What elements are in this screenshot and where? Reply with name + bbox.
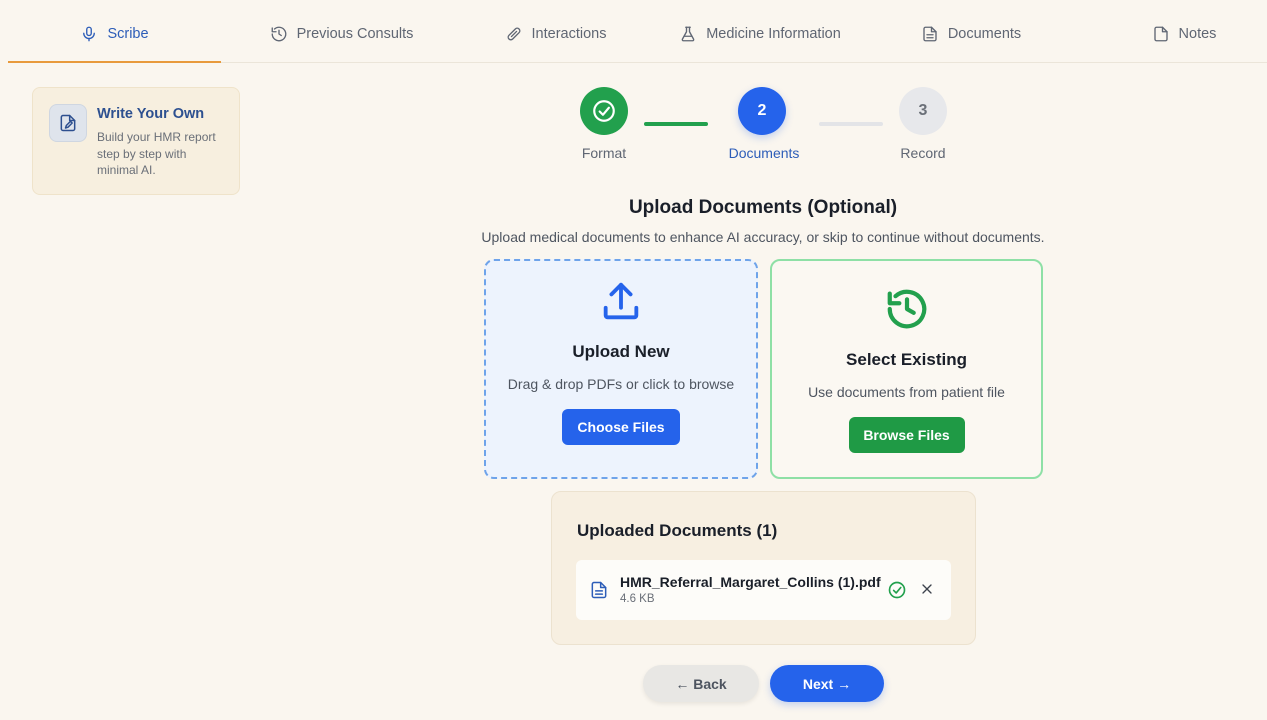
- tab-label: Medicine Information: [706, 25, 841, 42]
- choose-files-button[interactable]: Choose Files: [562, 409, 680, 445]
- write-your-own-card[interactable]: Write Your Own Build your HMR report ste…: [32, 87, 240, 195]
- upload-icon: [598, 279, 644, 330]
- page-title: Upload Documents (Optional): [628, 197, 898, 218]
- step-connector-todo: [819, 122, 883, 126]
- select-existing-description: Use documents from patient file: [808, 384, 1005, 400]
- back-button[interactable]: ← Back: [643, 665, 759, 702]
- tab-medicine-information[interactable]: Medicine Information: [660, 5, 860, 62]
- next-button[interactable]: Next →: [770, 665, 884, 702]
- check-circle-icon: [887, 580, 907, 605]
- uploaded-documents-title: Uploaded Documents (1): [577, 521, 778, 540]
- history-icon: [884, 286, 930, 337]
- pill-icon: [507, 27, 520, 40]
- card-title: Write Your Own: [97, 106, 205, 122]
- tab-label: Notes: [1178, 25, 1217, 42]
- select-existing-card[interactable]: Select Existing Use documents from patie…: [770, 259, 1043, 479]
- page-subtitle: Upload medical documents to enhance AI a…: [481, 229, 1045, 245]
- browse-files-button[interactable]: Browse Files: [848, 417, 965, 453]
- tab-label: Documents: [947, 25, 1022, 42]
- upload-new-dropzone[interactable]: Upload New Drag & drop PDFs or click to …: [484, 259, 758, 479]
- step-3-circle: 3: [899, 87, 947, 135]
- step-2-circle: 2: [738, 87, 786, 135]
- check-circle-icon: [593, 100, 615, 122]
- close-icon: [922, 584, 932, 594]
- step-connector-done: [644, 122, 708, 126]
- microphone-icon: [83, 26, 96, 41]
- step-3-label: Record: [900, 145, 946, 161]
- step-1-label: Format: [581, 145, 627, 161]
- uploaded-file-row: HMR_Referral_Margaret_Collins (1).pdf 4.…: [576, 560, 951, 620]
- upload-new-description: Drag & drop PDFs or click to browse: [507, 376, 735, 392]
- card-description: Build your HMR report step by step with …: [97, 130, 216, 177]
- document-icon: [923, 26, 937, 41]
- file-name: HMR_Referral_Margaret_Collins (1).pdf: [620, 574, 881, 590]
- history-icon: [271, 26, 286, 41]
- tab-label: Scribe: [107, 25, 149, 42]
- tab-scribe[interactable]: Scribe: [8, 5, 221, 63]
- note-icon: [1153, 26, 1168, 41]
- tab-notes[interactable]: Notes: [1136, 5, 1232, 62]
- tab-previous-consults[interactable]: Previous Consults: [244, 5, 439, 62]
- select-existing-title: Select Existing: [846, 350, 967, 369]
- top-navigation: Scribe Previous Consults Interactions Me…: [8, 5, 1267, 63]
- file-icon: [589, 579, 609, 606]
- flask-icon: [681, 26, 695, 41]
- step-2-label: Documents: [728, 145, 800, 161]
- tab-label: Interactions: [531, 25, 607, 42]
- tab-interactions[interactable]: Interactions: [478, 5, 633, 62]
- remove-file-button[interactable]: [919, 581, 935, 602]
- tab-documents[interactable]: Documents: [906, 5, 1036, 62]
- upload-new-title: Upload New: [572, 342, 670, 361]
- step-1-circle: [580, 87, 628, 135]
- tab-label: Previous Consults: [296, 25, 414, 42]
- uploaded-documents-panel: Uploaded Documents (1) HMR_Referral_Marg…: [551, 491, 976, 645]
- file-size: 4.6 KB: [620, 593, 655, 605]
- edit-document-icon: [49, 104, 87, 142]
